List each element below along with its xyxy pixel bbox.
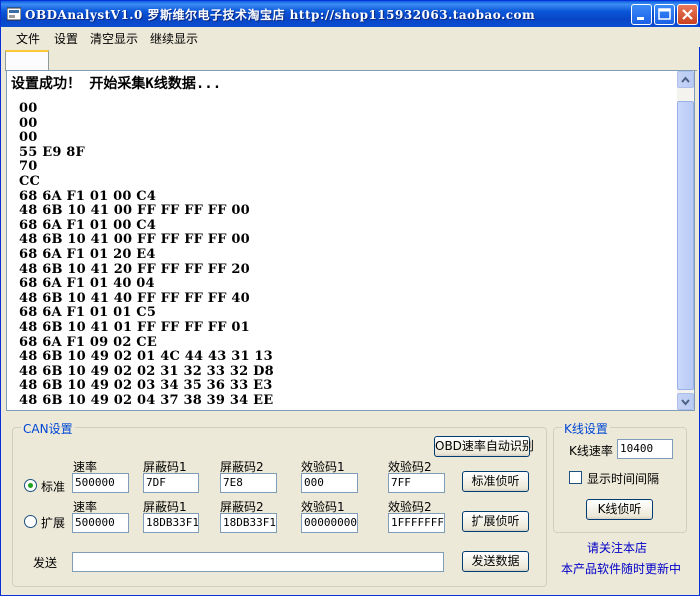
arrow-up-icon	[681, 76, 690, 83]
std-mask1-input[interactable]: 7DF	[143, 473, 199, 493]
data-line: 48 6B 10 41 20 FF FF FF FF 20	[19, 261, 250, 277]
app-window: OBDAnalystV1.0 罗斯维尔电子技术淘宝店 http://shop11…	[0, 0, 700, 596]
data-line: 68 6A F1 01 20 E4	[19, 246, 156, 262]
vertical-scrollbar[interactable]	[677, 71, 694, 410]
show-interval-checkbox[interactable]	[569, 471, 582, 484]
promo-follow-store: 请关注本店	[587, 541, 648, 555]
data-line: 48 6B 10 49 02 02 31 32 33 32 D8	[19, 363, 274, 379]
kline-rate-label: K线速率	[569, 444, 613, 458]
promo-update-notice: 本产品软件随时更新中	[561, 562, 682, 576]
data-line: CC	[19, 173, 41, 189]
standard-radio[interactable]	[24, 479, 37, 492]
close-button[interactable]	[677, 4, 698, 25]
data-line: 00	[19, 115, 38, 131]
standard-radio-label[interactable]: 标准	[41, 478, 65, 495]
data-lines: 00 00 00 55 E9 8F 70 CC 68 6A F1 01 00 C4 48 6B…	[19, 101, 274, 408]
maximize-icon	[658, 8, 671, 20]
data-display[interactable]: 设置成功！ 开始采集K线数据... 00 00 00 55 E9 8F 70 CC 68 6…	[6, 70, 695, 411]
ext-check2-input[interactable]: 1FFFFFFF	[388, 513, 445, 533]
scroll-up-button[interactable]	[677, 71, 694, 88]
close-icon	[682, 9, 693, 20]
extended-radio[interactable]	[24, 515, 37, 528]
scroll-thumb[interactable]	[677, 101, 694, 390]
scroll-down-button[interactable]	[677, 393, 694, 410]
std-check2-input[interactable]: 7FF	[388, 473, 445, 493]
data-line: 00	[19, 130, 38, 146]
maximize-button[interactable]	[654, 4, 675, 25]
data-line: 55 E9 8F	[19, 144, 85, 160]
data-line: 68 6A F1 01 00 C4	[19, 188, 157, 204]
title-bar[interactable]: OBDAnalystV1.0 罗斯维尔电子技术淘宝店 http://shop11…	[1, 1, 699, 27]
extended-radio-label[interactable]: 扩展	[41, 514, 65, 531]
data-line: 48 6B 10 49 02 03 34 35 36 33 E3	[19, 378, 273, 394]
std-rate-input[interactable]: 500000	[72, 473, 129, 493]
data-line: 48 6B 10 49 02 01 4C 44 43 31 13	[19, 349, 273, 365]
window-title: OBDAnalystV1.0 罗斯维尔电子技术淘宝店 http://shop11…	[25, 8, 536, 22]
data-line: 48 6B 10 41 00 FF FF FF FF 00	[19, 203, 250, 219]
data-line: 68 6A F1 01 01 C5	[19, 305, 157, 321]
menu-settings[interactable]: 设置	[54, 30, 78, 47]
menu-continue-display[interactable]: 继续显示	[150, 30, 198, 47]
std-mask2-input[interactable]: 7E8	[220, 473, 277, 493]
standard-listen-button[interactable]: 标准侦听	[462, 471, 529, 492]
data-line: 70	[19, 159, 38, 175]
minimize-button[interactable]	[631, 4, 652, 25]
obd-auto-detect-button[interactable]: OBD速率自动识别	[434, 436, 534, 457]
data-line: 48 6B 10 41 01 FF FF FF FF 01	[19, 319, 250, 335]
data-line: 68 6A F1 09 02 CE	[19, 334, 157, 350]
app-icon	[6, 7, 22, 21]
data-line: 68 6A F1 01 40 04	[19, 276, 155, 292]
tab-strip	[5, 50, 697, 71]
tab-data[interactable]	[5, 50, 49, 70]
menu-file[interactable]: 文件	[16, 30, 40, 47]
data-line: 68 6A F1 01 00 C4	[19, 217, 157, 233]
send-input[interactable]	[72, 552, 444, 572]
std-check1-input[interactable]: 000	[301, 473, 358, 493]
display-header: 设置成功！ 开始采集K线数据...	[11, 76, 222, 92]
menu-bar: 文件 设置 清空显示 继续显示	[2, 27, 700, 47]
kline-rate-input[interactable]: 10400	[617, 439, 673, 459]
ext-mask2-input[interactable]: 18DB33F1	[220, 513, 277, 533]
data-line: 48 6B 10 41 00 FF FF FF FF 00	[19, 232, 250, 248]
send-data-button[interactable]: 发送数据	[462, 551, 529, 572]
arrow-down-icon	[681, 399, 690, 406]
show-interval-label[interactable]: 显示时间间隔	[587, 470, 659, 487]
ext-check1-input[interactable]: 00000000	[301, 513, 358, 533]
data-line: 48 6B 10 41 40 FF FF FF FF 40	[19, 290, 250, 306]
can-settings-title: CAN设置	[21, 420, 75, 437]
kline-settings-title: K线设置	[562, 420, 610, 437]
minimize-icon	[637, 17, 644, 20]
data-line: 00	[19, 101, 38, 116]
kline-listen-button[interactable]: K线侦听	[586, 499, 653, 520]
send-label: 发送	[33, 556, 58, 570]
ext-rate-input[interactable]: 500000	[72, 513, 129, 533]
menu-clear-display[interactable]: 清空显示	[90, 30, 138, 47]
extended-listen-button[interactable]: 扩展侦听	[462, 511, 529, 532]
data-line: 48 6B 10 49 02 04 37 38 39 34 EE	[19, 392, 274, 408]
ext-mask1-input[interactable]: 18DB33F1	[143, 513, 199, 533]
